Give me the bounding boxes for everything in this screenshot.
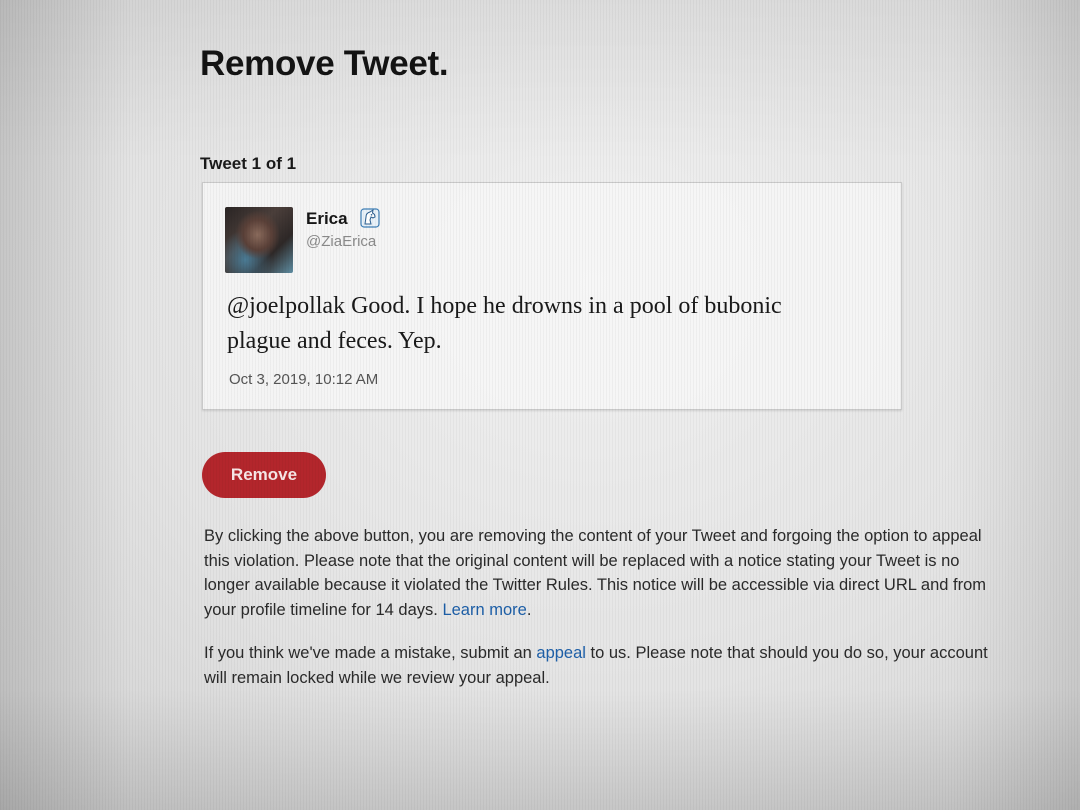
page-title: Remove Tweet.: [200, 44, 449, 83]
remove-notice: By clicking the above button, you are re…: [204, 524, 994, 690]
learn-more-link[interactable]: Learn more: [442, 601, 526, 619]
remove-button[interactable]: Remove: [202, 452, 326, 498]
unicorn-icon: [360, 208, 380, 228]
notice-text-end: .: [526, 600, 532, 619]
notice-text: By clicking the above button, you are re…: [204, 527, 987, 619]
appeal-link[interactable]: appeal: [536, 644, 586, 662]
tweet-timestamp: Oct 3, 2019, 10:12 AM: [229, 371, 379, 388]
tweet-card: Erica @ZiaErica @joelpollak Good. I hope…: [202, 182, 902, 410]
avatar: [225, 207, 293, 273]
tweet-author-name: Erica: [306, 209, 348, 228]
appeal-text-before: If you think we've made a mistake, submi…: [204, 644, 537, 662]
tweet-text-line: @joelpollak Good. I hope he drowns in a …: [227, 293, 782, 319]
notice-paragraph: By clicking the above button, you are re…: [204, 524, 994, 622]
tweet-author-handle: @ZiaErica: [306, 233, 377, 250]
tweet-text-line: plague and feces. Yep.: [227, 328, 442, 354]
tweet-count-label: Tweet 1 of 1: [200, 154, 297, 173]
tweet-text: @joelpollak Good. I hope he drowns in a …: [227, 289, 887, 359]
remove-tweet-page: Remove Tweet. Tweet 1 of 1 Erica @ZiaEri…: [200, 44, 1020, 687]
appeal-paragraph: If you think we've made a mistake, submi…: [204, 641, 994, 690]
